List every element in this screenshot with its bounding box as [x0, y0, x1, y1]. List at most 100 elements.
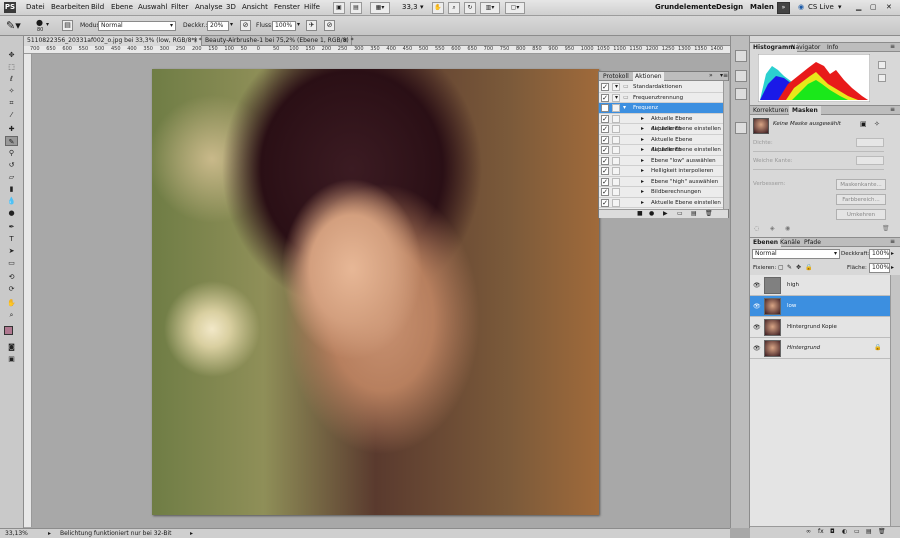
rotate-view-icon[interactable]: ↻ [464, 2, 476, 14]
delete-icon[interactable]: 🗑 [705, 210, 713, 217]
expand-arrow-icon[interactable]: ▸ [641, 124, 644, 134]
zoom-level[interactable]: 33,3 [402, 3, 418, 11]
menu-bearbeiten[interactable]: Bearbeiten [51, 3, 89, 11]
opacity-input[interactable]: 20% [207, 21, 229, 31]
workspace-grundelemente[interactable]: Grundelemente [655, 3, 716, 11]
expand-arrow-icon[interactable]: ▾ [615, 82, 618, 92]
add-mask-icon[interactable]: ◘ [830, 528, 835, 535]
lock-transparency-icon[interactable]: ▢ [778, 264, 784, 271]
expand-arrow-icon[interactable]: ▸ [641, 145, 644, 155]
eye-icon[interactable]: 👁 [753, 324, 761, 331]
workspace-malen[interactable]: Malen [750, 3, 774, 11]
tab-masken[interactable]: Masken [789, 106, 821, 115]
checkmark-icon[interactable]: ✓ [601, 83, 609, 91]
chevron-down-icon[interactable]: ▾ [838, 3, 842, 11]
checkmark-icon[interactable]: ✓ [601, 104, 609, 112]
action-step-row[interactable]: ✓ ▸ Aktuelle Ebene einstellen [599, 198, 723, 208]
menu-analyse[interactable]: Analyse [195, 3, 223, 11]
chevron-down-icon[interactable]: ▾ [230, 21, 233, 28]
record-icon[interactable]: ● [649, 210, 654, 217]
gradient-tool-icon[interactable]: ▮ [5, 184, 18, 194]
load-selection-icon[interactable]: ◌ [754, 225, 759, 232]
pixel-mask-icon[interactable]: ▣ [860, 120, 867, 128]
action-step-row[interactable]: ✓ ▸ Aktuelle Ebene duplizieren [599, 114, 723, 132]
expand-arrow-icon[interactable]: ▸ [641, 187, 644, 197]
dock-play-icon[interactable] [735, 88, 747, 100]
layer-row[interactable]: 👁 low [750, 296, 890, 317]
dialog-toggle-icon[interactable] [612, 114, 620, 123]
play-icon[interactable]: ▶ [663, 210, 668, 217]
arrange-documents-icon[interactable]: ▥▾ [480, 2, 500, 14]
checkmark-icon[interactable]: ✓ [601, 125, 609, 133]
healing-brush-icon[interactable]: ✚ [5, 124, 18, 134]
action-step-row[interactable]: ✓ ▸ Ebene "high" auswählen [599, 177, 723, 187]
lock-all-icon[interactable]: 🔒 [805, 264, 812, 271]
panel-menu-icon[interactable]: ▾≡ [720, 72, 728, 79]
dialog-toggle-icon[interactable] [612, 104, 620, 112]
stop-icon[interactable]: ■ [637, 210, 643, 217]
histogram-warning-icon[interactable] [878, 74, 886, 82]
shape-tool-icon[interactable]: ▭ [5, 258, 18, 268]
eraser-tool-icon[interactable]: ▱ [5, 172, 18, 182]
layer-style-icon[interactable]: fx [818, 528, 824, 535]
vector-mask-icon[interactable]: ✧ [874, 120, 880, 128]
dock-panel-icon[interactable] [735, 70, 747, 82]
move-tool-icon[interactable]: ✥ [5, 50, 18, 60]
maximize-icon[interactable]: ▢ [870, 3, 877, 11]
type-tool-icon[interactable]: T [5, 234, 18, 244]
workspace-design[interactable]: Design [716, 3, 743, 11]
bridge-icon[interactable]: ▣ [333, 2, 345, 14]
expand-arrow-icon[interactable]: ▸ [641, 166, 644, 176]
checkmark-icon[interactable]: ✓ [601, 146, 609, 154]
dialog-toggle-icon[interactable] [612, 188, 620, 196]
delete-layer-icon[interactable]: 🗑 [878, 528, 886, 535]
checkmark-icon[interactable]: ✓ [601, 188, 609, 196]
action-step-row[interactable]: ✓ ▸ Ebene "low" auswählen [599, 156, 723, 166]
link-layers-icon[interactable]: ∞ [806, 528, 811, 535]
expand-arrow-icon[interactable]: ▸ [641, 156, 644, 166]
checkmark-icon[interactable]: ✓ [601, 167, 609, 175]
checkmark-icon[interactable]: ✓ [601, 156, 609, 165]
document-tab-active[interactable]: 5110822356_20331af002_o.jpg bei 33,3% (l… [24, 36, 202, 46]
layer-row[interactable]: 👁 high [750, 275, 890, 296]
invert-button[interactable]: Umkehren [836, 209, 886, 220]
clone-stamp-icon[interactable]: ⚲ [5, 148, 18, 158]
status-menu-icon[interactable]: ▸ [48, 529, 51, 538]
chevron-down-icon[interactable]: ▾ [420, 3, 424, 11]
chevron-down-icon[interactable]: ▾ [46, 21, 49, 28]
quick-mask-icon[interactable]: ◙ [5, 342, 18, 352]
document-tab[interactable]: Beauty-Airbrushe-1 bei 75,2% (Ebene 1, R… [202, 36, 354, 46]
eye-icon[interactable]: 👁 [753, 282, 761, 289]
checkmark-icon[interactable]: ✓ [601, 114, 609, 123]
new-set-icon[interactable]: ▭ [677, 210, 683, 217]
tab-info[interactable]: Info [824, 43, 841, 52]
tab-kanaele[interactable]: Kanäle [777, 238, 803, 247]
tab-aktionen[interactable]: Aktionen [633, 72, 664, 81]
screen-mode-icon[interactable]: ▣ [5, 354, 18, 364]
expand-arrow-icon[interactable]: ▾ [615, 93, 618, 103]
collapse-icon[interactable]: » [709, 72, 713, 79]
checkmark-icon[interactable]: ✓ [601, 177, 609, 186]
checkmark-icon[interactable]: ✓ [601, 198, 609, 207]
action-step-row[interactable]: ✓ ▸ Helligkeit interpolieren [599, 166, 723, 177]
panel-menu-icon[interactable]: ≡ [890, 238, 895, 245]
dialog-toggle-icon[interactable] [612, 135, 620, 144]
menu-ansicht[interactable]: Ansicht [242, 3, 268, 11]
lock-position-icon[interactable]: ✥ [796, 264, 801, 271]
blur-tool-icon[interactable]: 💧 [5, 196, 18, 206]
tab-protokoll[interactable]: Protokoll [601, 72, 631, 81]
action-step-row[interactable]: ✓ ▸ Bildberechnungen [599, 187, 723, 198]
feather-slider[interactable] [753, 169, 884, 170]
brush-preset-icon[interactable]: ● [36, 18, 43, 27]
menu-fenster[interactable]: Fenster [274, 3, 300, 11]
disable-mask-icon[interactable]: ◉ [785, 225, 790, 232]
minibridge-icon[interactable]: ▤ [350, 2, 362, 14]
color-range-button[interactable]: Farbbereich... [836, 194, 886, 205]
brush-tool-icon[interactable]: ✎▾ [6, 19, 21, 32]
actions-scrollbar[interactable] [723, 81, 729, 209]
action-step-row[interactable]: ✓ ▸ Aktuelle Ebene einstellen [599, 145, 723, 156]
action-row[interactable]: ✓ ▾ Frequenz [599, 103, 723, 114]
apply-mask-icon[interactable]: ◈ [770, 225, 775, 232]
menu-hilfe[interactable]: Hilfe [304, 3, 320, 11]
path-selection-icon[interactable]: ➤ [5, 246, 18, 256]
